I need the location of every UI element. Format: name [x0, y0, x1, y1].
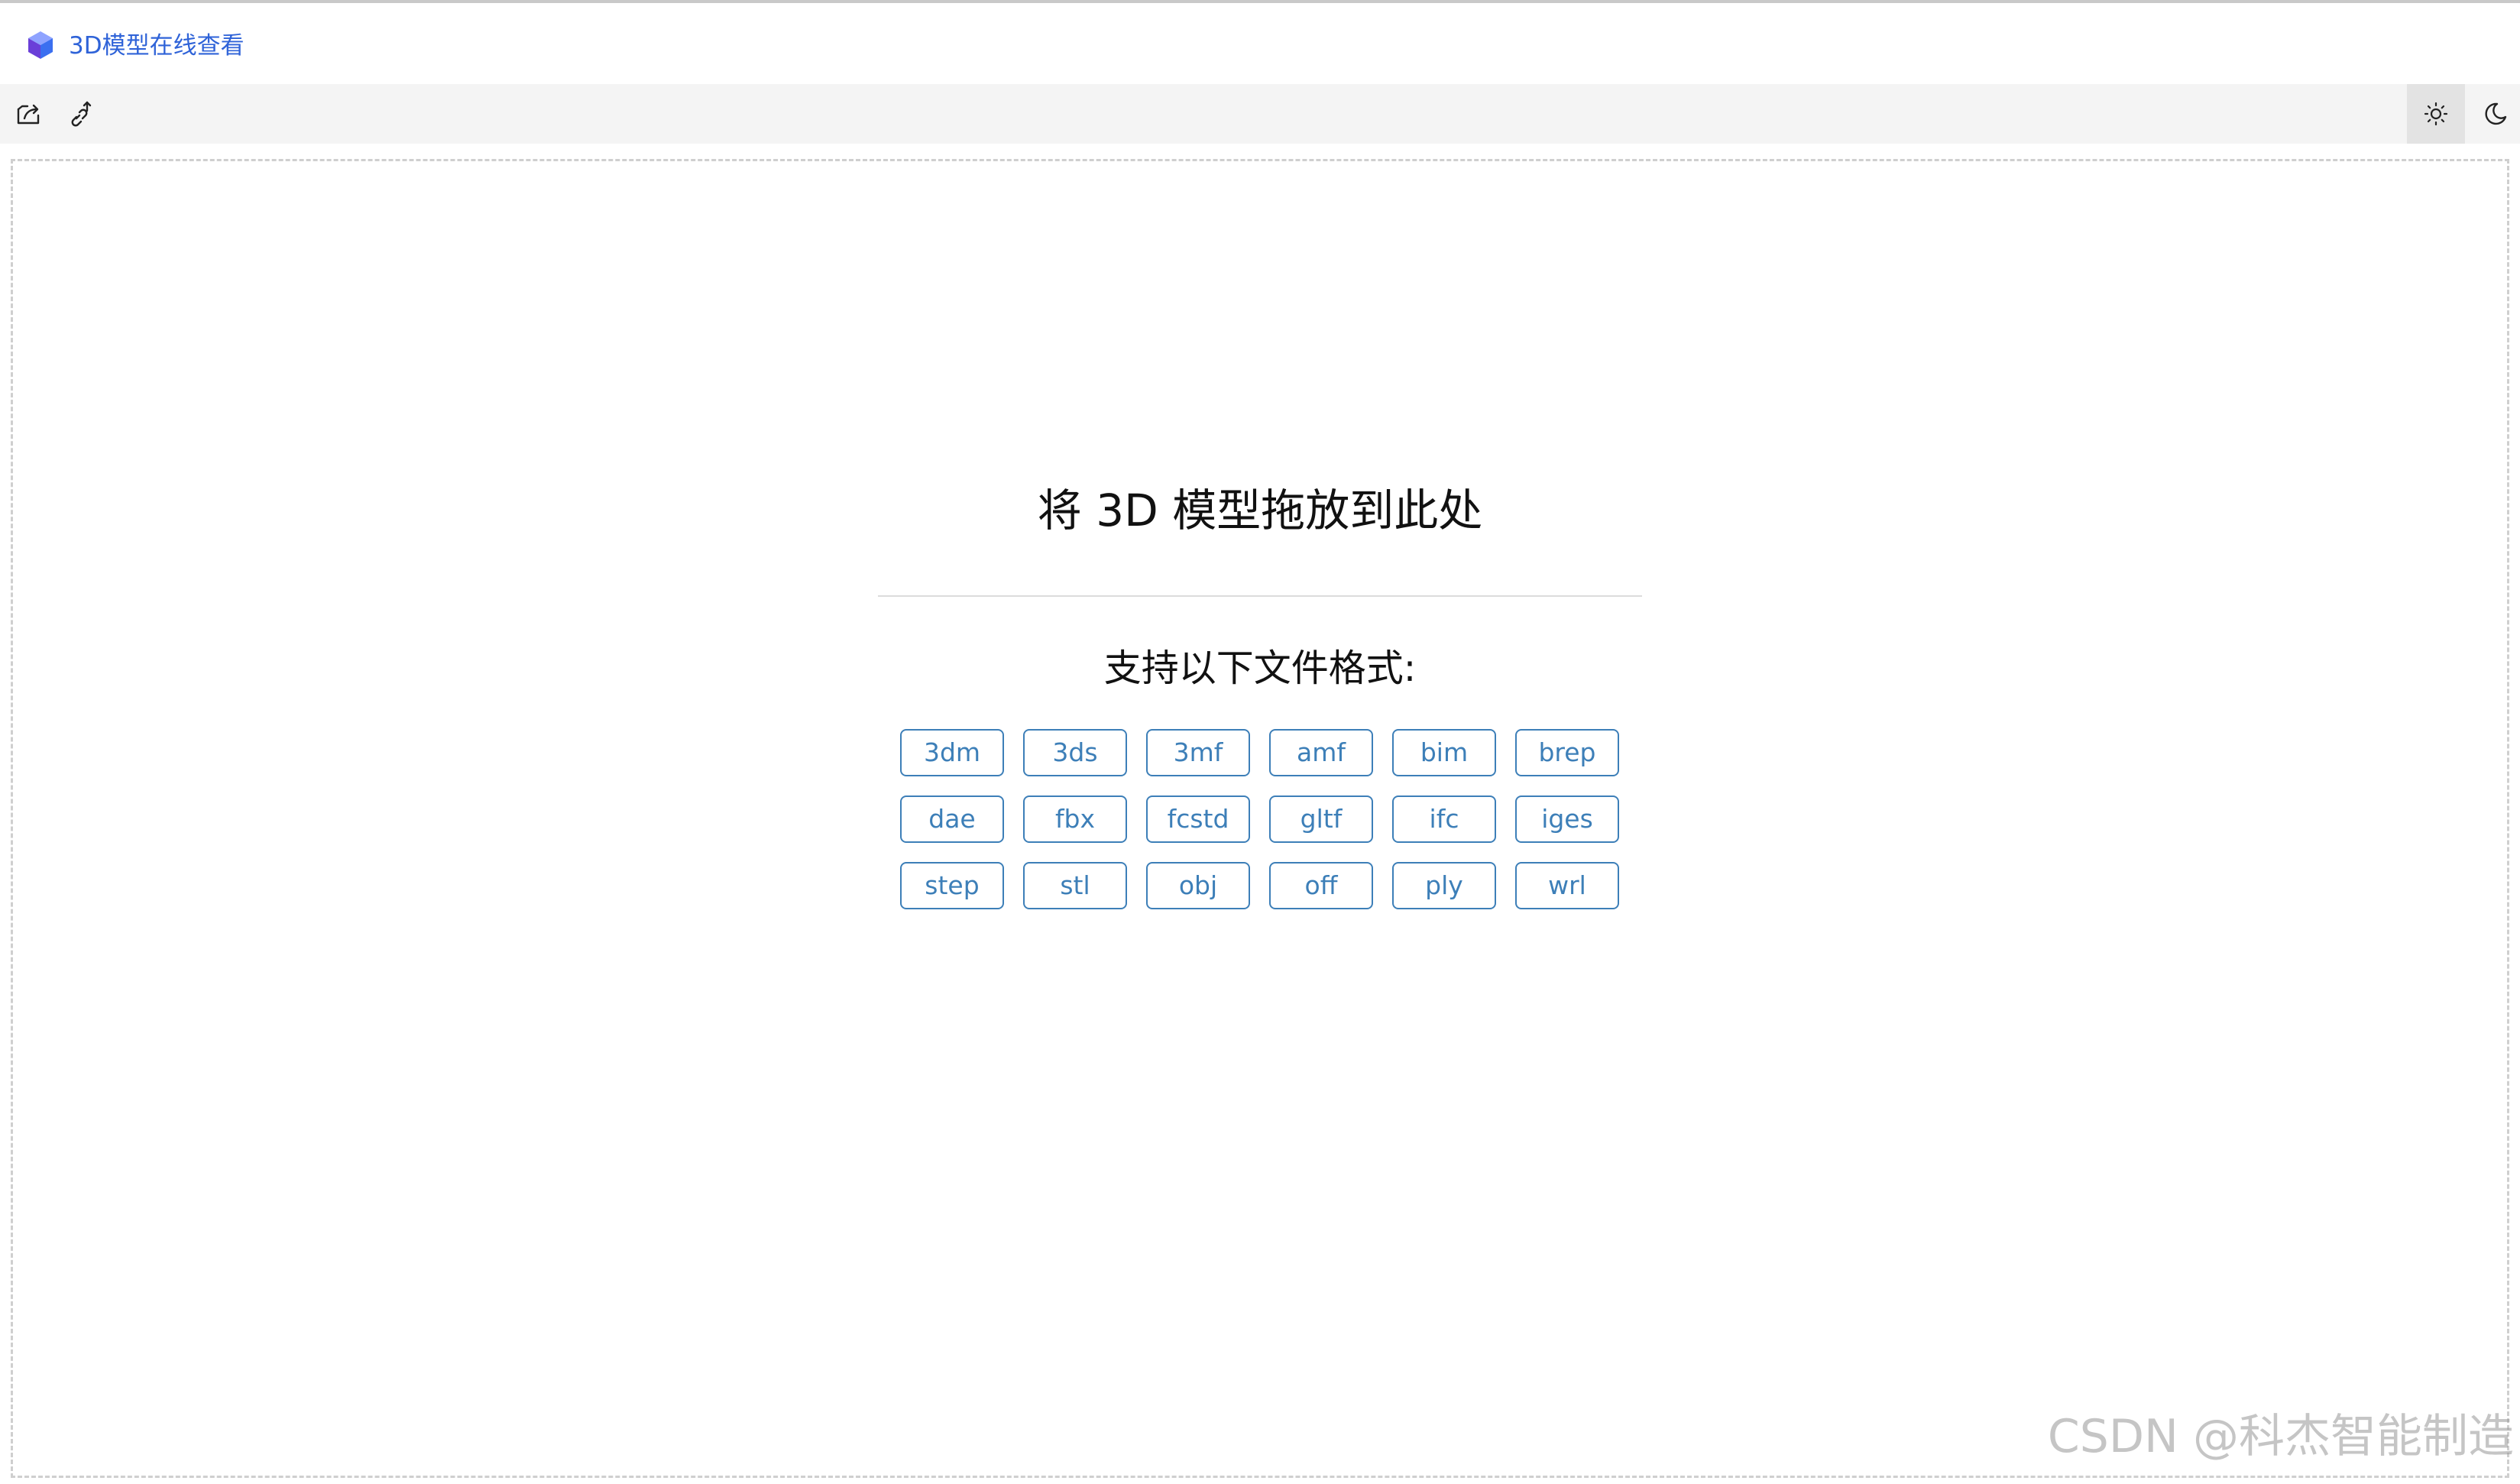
- format-tag: dae: [900, 795, 1004, 843]
- supported-formats-title: 支持以下文件格式:: [1103, 646, 1417, 690]
- light-theme-button[interactable]: [2407, 84, 2465, 144]
- format-tag: 3ds: [1023, 729, 1127, 776]
- format-tag: 3mf: [1146, 729, 1250, 776]
- format-tag: step: [900, 862, 1004, 909]
- format-tag: fcstd: [1146, 795, 1250, 843]
- format-tag: off: [1269, 862, 1373, 909]
- open-url-button[interactable]: [52, 84, 110, 144]
- model-drop-zone[interactable]: [11, 159, 2509, 1478]
- format-tag: bim: [1392, 729, 1496, 776]
- format-tag: amf: [1269, 729, 1373, 776]
- toolbar: [0, 84, 2520, 144]
- format-tag: stl: [1023, 862, 1127, 909]
- open-file-icon: [17, 104, 40, 125]
- format-tag: iges: [1515, 795, 1619, 843]
- drop-title: 将 3D 模型拖放到此处: [1037, 484, 1483, 536]
- open-url-icon: [71, 101, 92, 127]
- format-tag: brep: [1515, 729, 1619, 776]
- dark-theme-button[interactable]: [2467, 84, 2520, 144]
- app-title[interactable]: 3D模型在线查看: [69, 31, 245, 61]
- title-bar: 3D模型在线查看: [0, 3, 2520, 84]
- format-tag: 3dm: [900, 729, 1004, 776]
- dark-theme-icon: [2485, 102, 2507, 125]
- format-tag: fbx: [1023, 795, 1127, 843]
- format-tag: gltf: [1269, 795, 1373, 843]
- format-tag: ifc: [1392, 795, 1496, 843]
- watermark: CSDN @科杰智能制造: [2047, 1410, 2514, 1463]
- open-file-button[interactable]: [0, 84, 58, 144]
- cube-logo-icon: [28, 31, 53, 59]
- divider: [878, 595, 1642, 597]
- format-tag: wrl: [1515, 862, 1619, 909]
- format-tag: ply: [1392, 862, 1496, 909]
- format-tag: obj: [1146, 862, 1250, 909]
- light-theme-icon: [2424, 102, 2448, 126]
